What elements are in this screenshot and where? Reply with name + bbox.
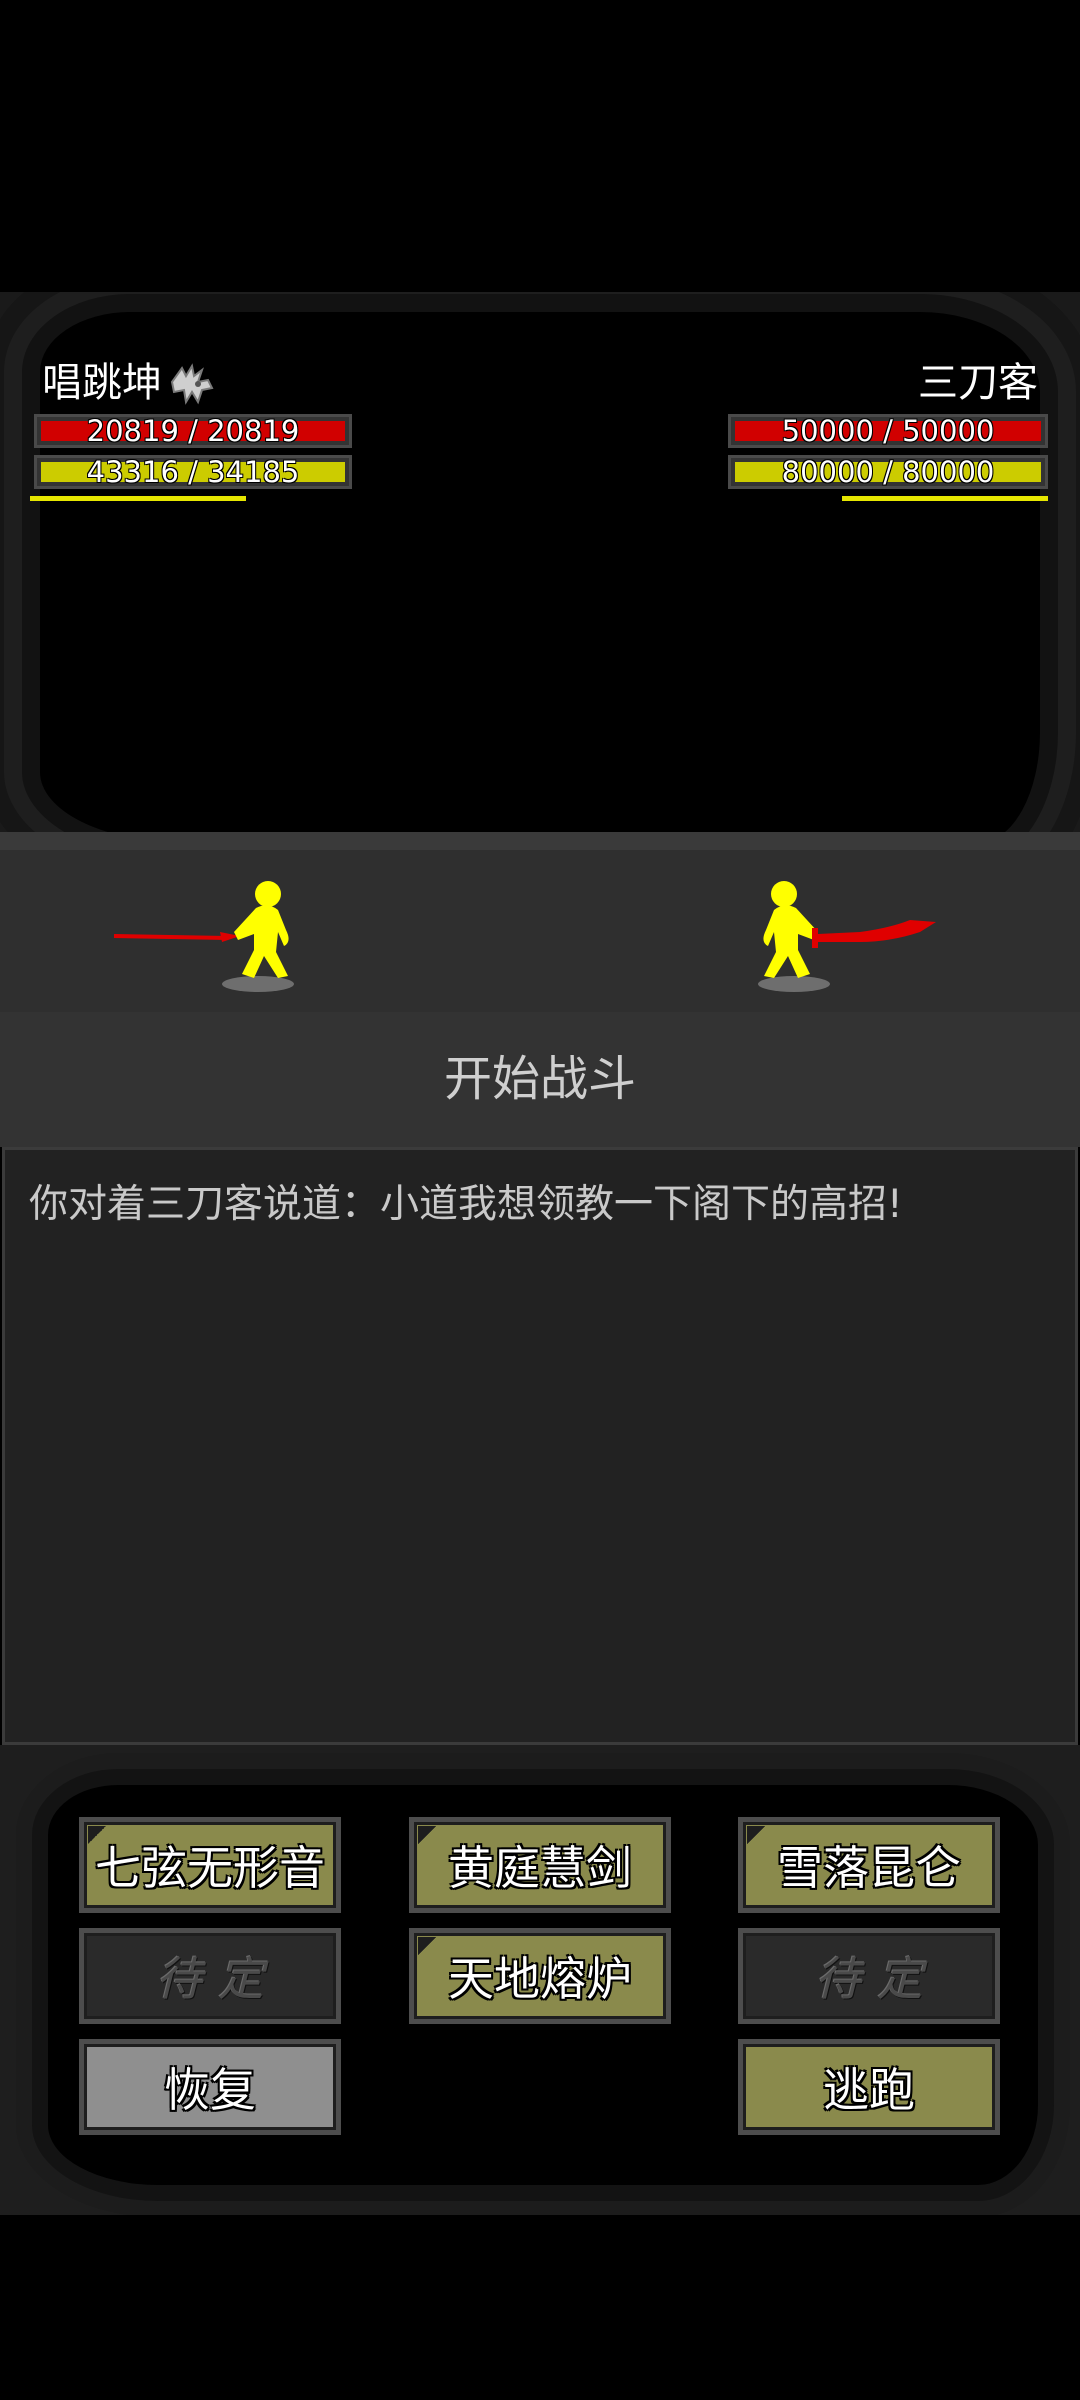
winged-horse-icon (170, 363, 214, 405)
enemy-mp-text: 80000 / 80000 (781, 455, 995, 489)
enemy-mp-bar: 80000 / 80000 (728, 455, 1048, 489)
skill-button-2[interactable]: 黄庭慧剑 (409, 1817, 671, 1913)
player-figure (234, 881, 289, 978)
saber-icon (812, 920, 936, 948)
skill-button-1[interactable]: 七弦无形音 (79, 1817, 341, 1913)
player-hp-text: 20819 / 20819 (86, 414, 300, 448)
enemy-hp-bar: 50000 / 50000 (728, 414, 1048, 448)
enemy-name: 三刀客 (918, 360, 1038, 406)
spear-icon (113, 932, 240, 942)
battle-log[interactable]: 你对着三刀客说道：小道我想领教一下阁下的高招! (2, 1147, 1078, 1745)
skill-button-3[interactable]: 雪落昆仑 (738, 1817, 1000, 1913)
player-fighter (113, 881, 294, 992)
skill-slot-empty-1[interactable]: 待定 (79, 1928, 341, 2024)
recover-button[interactable]: 恢复 (79, 2039, 341, 2135)
player-cooldown-line (30, 496, 246, 501)
player-mp-bar: 43316 / 34185 (34, 455, 352, 489)
player-hp-bar: 20819 / 20819 (34, 414, 352, 448)
battle-status: 开始战斗 (443, 1051, 636, 1107)
flee-button[interactable]: 逃跑 (738, 2039, 1000, 2135)
enemy-cooldown-line (842, 496, 1048, 501)
game-screen: 唱跳坤 20819 / 20819 43316 / 34185 三刀客 5000… (0, 0, 1080, 2400)
player-mp-text: 43316 / 34185 (86, 455, 300, 489)
log-line: 你对着三刀客说道：小道我想领教一下阁下的高招! (29, 1182, 903, 1227)
player-shadow (222, 976, 294, 992)
player-figure (763, 881, 818, 978)
skill-button-5[interactable]: 天地熔炉 (409, 1928, 671, 2024)
enemy-shadow (758, 976, 830, 992)
enemy-hp-text: 50000 / 50000 (781, 414, 995, 448)
enemy-fighter (758, 881, 936, 992)
player-name: 唱跳坤 (42, 360, 162, 406)
skill-slot-empty-2[interactable]: 待定 (738, 1928, 1000, 2024)
